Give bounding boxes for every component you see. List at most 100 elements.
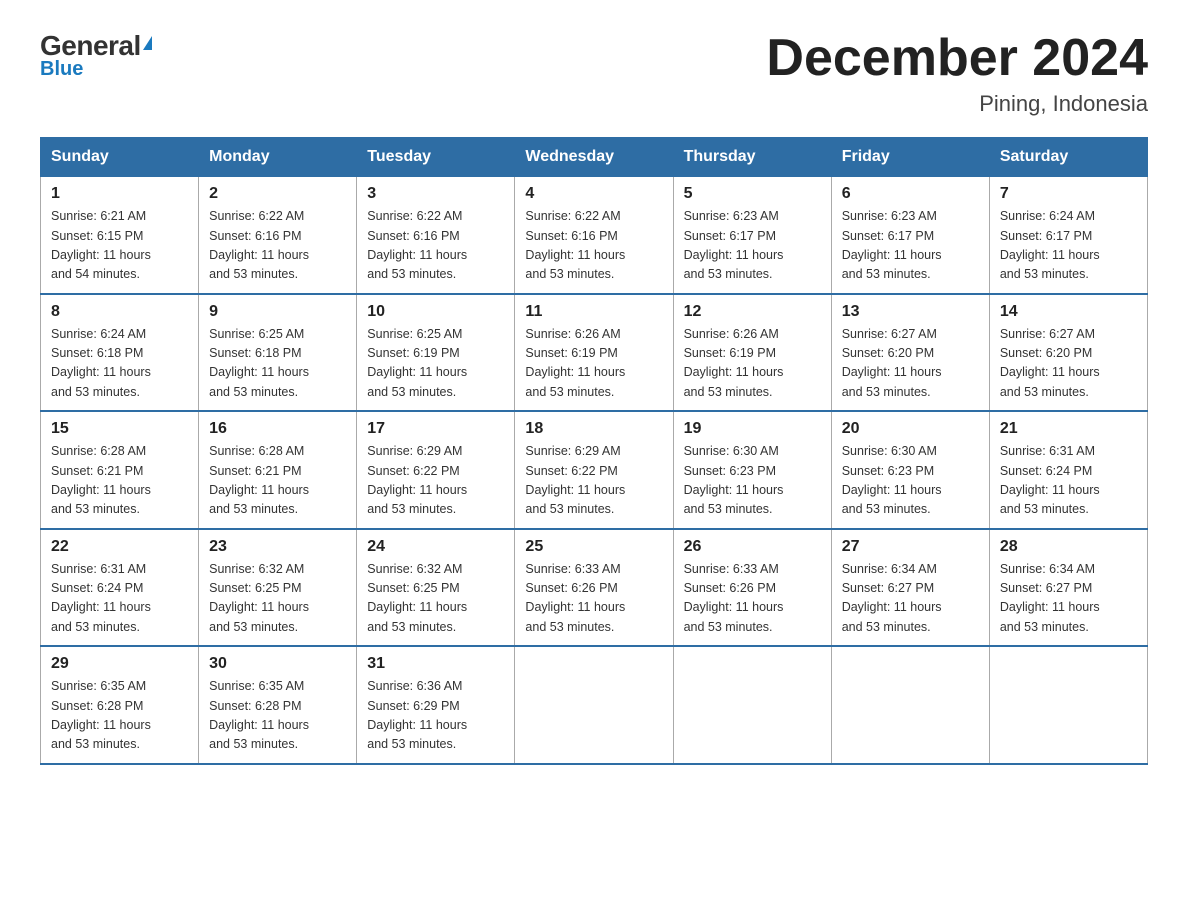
day-info: Sunrise: 6:24 AMSunset: 6:17 PMDaylight:… <box>1000 207 1137 285</box>
day-number: 7 <box>1000 185 1137 203</box>
day-info: Sunrise: 6:23 AMSunset: 6:17 PMDaylight:… <box>842 207 979 285</box>
calendar-day-cell: 27Sunrise: 6:34 AMSunset: 6:27 PMDayligh… <box>831 529 989 647</box>
day-info: Sunrise: 6:26 AMSunset: 6:19 PMDaylight:… <box>684 325 821 403</box>
day-number: 21 <box>1000 420 1137 438</box>
day-info: Sunrise: 6:31 AMSunset: 6:24 PMDaylight:… <box>51 560 188 638</box>
day-number: 29 <box>51 655 188 673</box>
calendar-day-cell: 11Sunrise: 6:26 AMSunset: 6:19 PMDayligh… <box>515 294 673 412</box>
subtitle: Pining, Indonesia <box>766 91 1148 117</box>
day-info: Sunrise: 6:31 AMSunset: 6:24 PMDaylight:… <box>1000 442 1137 520</box>
calendar-day-cell: 23Sunrise: 6:32 AMSunset: 6:25 PMDayligh… <box>199 529 357 647</box>
day-number: 2 <box>209 185 346 203</box>
weekday-header-tuesday: Tuesday <box>357 138 515 177</box>
calendar-day-cell: 17Sunrise: 6:29 AMSunset: 6:22 PMDayligh… <box>357 411 515 529</box>
day-info: Sunrise: 6:23 AMSunset: 6:17 PMDaylight:… <box>684 207 821 285</box>
day-number: 24 <box>367 538 504 556</box>
day-number: 4 <box>525 185 662 203</box>
day-info: Sunrise: 6:28 AMSunset: 6:21 PMDaylight:… <box>51 442 188 520</box>
calendar-day-cell: 4 Sunrise: 6:22 AMSunset: 6:16 PMDaylight… <box>515 177 673 294</box>
calendar-day-cell: 8 Sunrise: 6:24 AMSunset: 6:18 PMDaylight… <box>41 294 199 412</box>
calendar-week-row: 22Sunrise: 6:31 AMSunset: 6:24 PMDayligh… <box>41 529 1148 647</box>
calendar-day-cell: 9 Sunrise: 6:25 AMSunset: 6:18 PMDaylight… <box>199 294 357 412</box>
calendar-day-cell: 1 Sunrise: 6:21 AMSunset: 6:15 PMDaylight… <box>41 177 199 294</box>
calendar-day-cell: 31 Sunrise: 6:36 AMSunset: 6:29 PMDayligh… <box>357 646 515 764</box>
day-info: Sunrise: 6:29 AMSunset: 6:22 PMDaylight:… <box>525 442 662 520</box>
day-info: Sunrise: 6:33 AMSunset: 6:26 PMDaylight:… <box>684 560 821 638</box>
title-block: December 2024 Pining, Indonesia <box>766 30 1148 117</box>
calendar-day-cell: 6Sunrise: 6:23 AMSunset: 6:17 PMDaylight… <box>831 177 989 294</box>
calendar-day-cell: 21 Sunrise: 6:31 AMSunset: 6:24 PMDayligh… <box>989 411 1147 529</box>
day-number: 25 <box>525 538 662 556</box>
logo-blue-text: Blue <box>40 58 83 81</box>
day-number: 15 <box>51 420 188 438</box>
day-number: 16 <box>209 420 346 438</box>
calendar-day-cell: 16 Sunrise: 6:28 AMSunset: 6:21 PMDayligh… <box>199 411 357 529</box>
day-number: 5 <box>684 185 821 203</box>
day-info: Sunrise: 6:22 AMSunset: 6:16 PMDaylight:… <box>367 207 504 285</box>
calendar-day-cell: 29 Sunrise: 6:35 AMSunset: 6:28 PMDayligh… <box>41 646 199 764</box>
day-info: Sunrise: 6:25 AMSunset: 6:19 PMDaylight:… <box>367 325 504 403</box>
day-info: Sunrise: 6:29 AMSunset: 6:22 PMDaylight:… <box>367 442 504 520</box>
calendar-day-cell: 30 Sunrise: 6:35 AMSunset: 6:28 PMDayligh… <box>199 646 357 764</box>
day-info: Sunrise: 6:33 AMSunset: 6:26 PMDaylight:… <box>525 560 662 638</box>
calendar-week-row: 1 Sunrise: 6:21 AMSunset: 6:15 PMDaylight… <box>41 177 1148 294</box>
calendar-day-cell: 18 Sunrise: 6:29 AMSunset: 6:22 PMDayligh… <box>515 411 673 529</box>
calendar-day-cell: 7 Sunrise: 6:24 AMSunset: 6:17 PMDaylight… <box>989 177 1147 294</box>
day-info: Sunrise: 6:35 AMSunset: 6:28 PMDaylight:… <box>209 677 346 755</box>
calendar-day-cell: 5 Sunrise: 6:23 AMSunset: 6:17 PMDaylight… <box>673 177 831 294</box>
calendar-day-cell: 14 Sunrise: 6:27 AMSunset: 6:20 PMDayligh… <box>989 294 1147 412</box>
calendar-day-cell: 22Sunrise: 6:31 AMSunset: 6:24 PMDayligh… <box>41 529 199 647</box>
day-info: Sunrise: 6:34 AMSunset: 6:27 PMDaylight:… <box>842 560 979 638</box>
calendar-day-cell: 3 Sunrise: 6:22 AMSunset: 6:16 PMDaylight… <box>357 177 515 294</box>
calendar-day-cell: 20 Sunrise: 6:30 AMSunset: 6:23 PMDayligh… <box>831 411 989 529</box>
day-info: Sunrise: 6:36 AMSunset: 6:29 PMDaylight:… <box>367 677 504 755</box>
calendar-week-row: 8 Sunrise: 6:24 AMSunset: 6:18 PMDaylight… <box>41 294 1148 412</box>
day-info: Sunrise: 6:25 AMSunset: 6:18 PMDaylight:… <box>209 325 346 403</box>
day-info: Sunrise: 6:30 AMSunset: 6:23 PMDaylight:… <box>842 442 979 520</box>
day-info: Sunrise: 6:28 AMSunset: 6:21 PMDaylight:… <box>209 442 346 520</box>
day-info: Sunrise: 6:22 AMSunset: 6:16 PMDaylight:… <box>209 207 346 285</box>
day-number: 23 <box>209 538 346 556</box>
calendar-day-cell: 24 Sunrise: 6:32 AMSunset: 6:25 PMDayligh… <box>357 529 515 647</box>
day-info: Sunrise: 6:35 AMSunset: 6:28 PMDaylight:… <box>51 677 188 755</box>
logo: General Blue <box>40 30 152 81</box>
day-info: Sunrise: 6:32 AMSunset: 6:25 PMDaylight:… <box>367 560 504 638</box>
calendar-day-cell: 13 Sunrise: 6:27 AMSunset: 6:20 PMDayligh… <box>831 294 989 412</box>
day-info: Sunrise: 6:21 AMSunset: 6:15 PMDaylight:… <box>51 207 188 285</box>
day-number: 30 <box>209 655 346 673</box>
page-title: December 2024 <box>766 30 1148 87</box>
day-info: Sunrise: 6:27 AMSunset: 6:20 PMDaylight:… <box>842 325 979 403</box>
day-number: 3 <box>367 185 504 203</box>
day-number: 1 <box>51 185 188 203</box>
day-info: Sunrise: 6:34 AMSunset: 6:27 PMDaylight:… <box>1000 560 1137 638</box>
day-number: 13 <box>842 303 979 321</box>
calendar-header-row: SundayMondayTuesdayWednesdayThursdayFrid… <box>41 138 1148 177</box>
weekday-header-saturday: Saturday <box>989 138 1147 177</box>
day-number: 14 <box>1000 303 1137 321</box>
weekday-header-friday: Friday <box>831 138 989 177</box>
calendar-day-cell <box>515 646 673 764</box>
calendar-day-cell: 28 Sunrise: 6:34 AMSunset: 6:27 PMDayligh… <box>989 529 1147 647</box>
day-info: Sunrise: 6:24 AMSunset: 6:18 PMDaylight:… <box>51 325 188 403</box>
day-number: 19 <box>684 420 821 438</box>
weekday-header-wednesday: Wednesday <box>515 138 673 177</box>
day-number: 20 <box>842 420 979 438</box>
calendar-day-cell: 15 Sunrise: 6:28 AMSunset: 6:21 PMDayligh… <box>41 411 199 529</box>
calendar-table: SundayMondayTuesdayWednesdayThursdayFrid… <box>40 137 1148 765</box>
day-number: 8 <box>51 303 188 321</box>
weekday-header-sunday: Sunday <box>41 138 199 177</box>
calendar-day-cell: 10Sunrise: 6:25 AMSunset: 6:19 PMDayligh… <box>357 294 515 412</box>
calendar-day-cell <box>989 646 1147 764</box>
day-number: 11 <box>525 303 662 321</box>
day-number: 9 <box>209 303 346 321</box>
calendar-day-cell: 26Sunrise: 6:33 AMSunset: 6:26 PMDayligh… <box>673 529 831 647</box>
calendar-day-cell: 19Sunrise: 6:30 AMSunset: 6:23 PMDayligh… <box>673 411 831 529</box>
day-info: Sunrise: 6:22 AMSunset: 6:16 PMDaylight:… <box>525 207 662 285</box>
calendar-day-cell: 12Sunrise: 6:26 AMSunset: 6:19 PMDayligh… <box>673 294 831 412</box>
day-number: 18 <box>525 420 662 438</box>
day-number: 28 <box>1000 538 1137 556</box>
day-info: Sunrise: 6:27 AMSunset: 6:20 PMDaylight:… <box>1000 325 1137 403</box>
weekday-header-monday: Monday <box>199 138 357 177</box>
day-number: 31 <box>367 655 504 673</box>
calendar-week-row: 15 Sunrise: 6:28 AMSunset: 6:21 PMDayligh… <box>41 411 1148 529</box>
